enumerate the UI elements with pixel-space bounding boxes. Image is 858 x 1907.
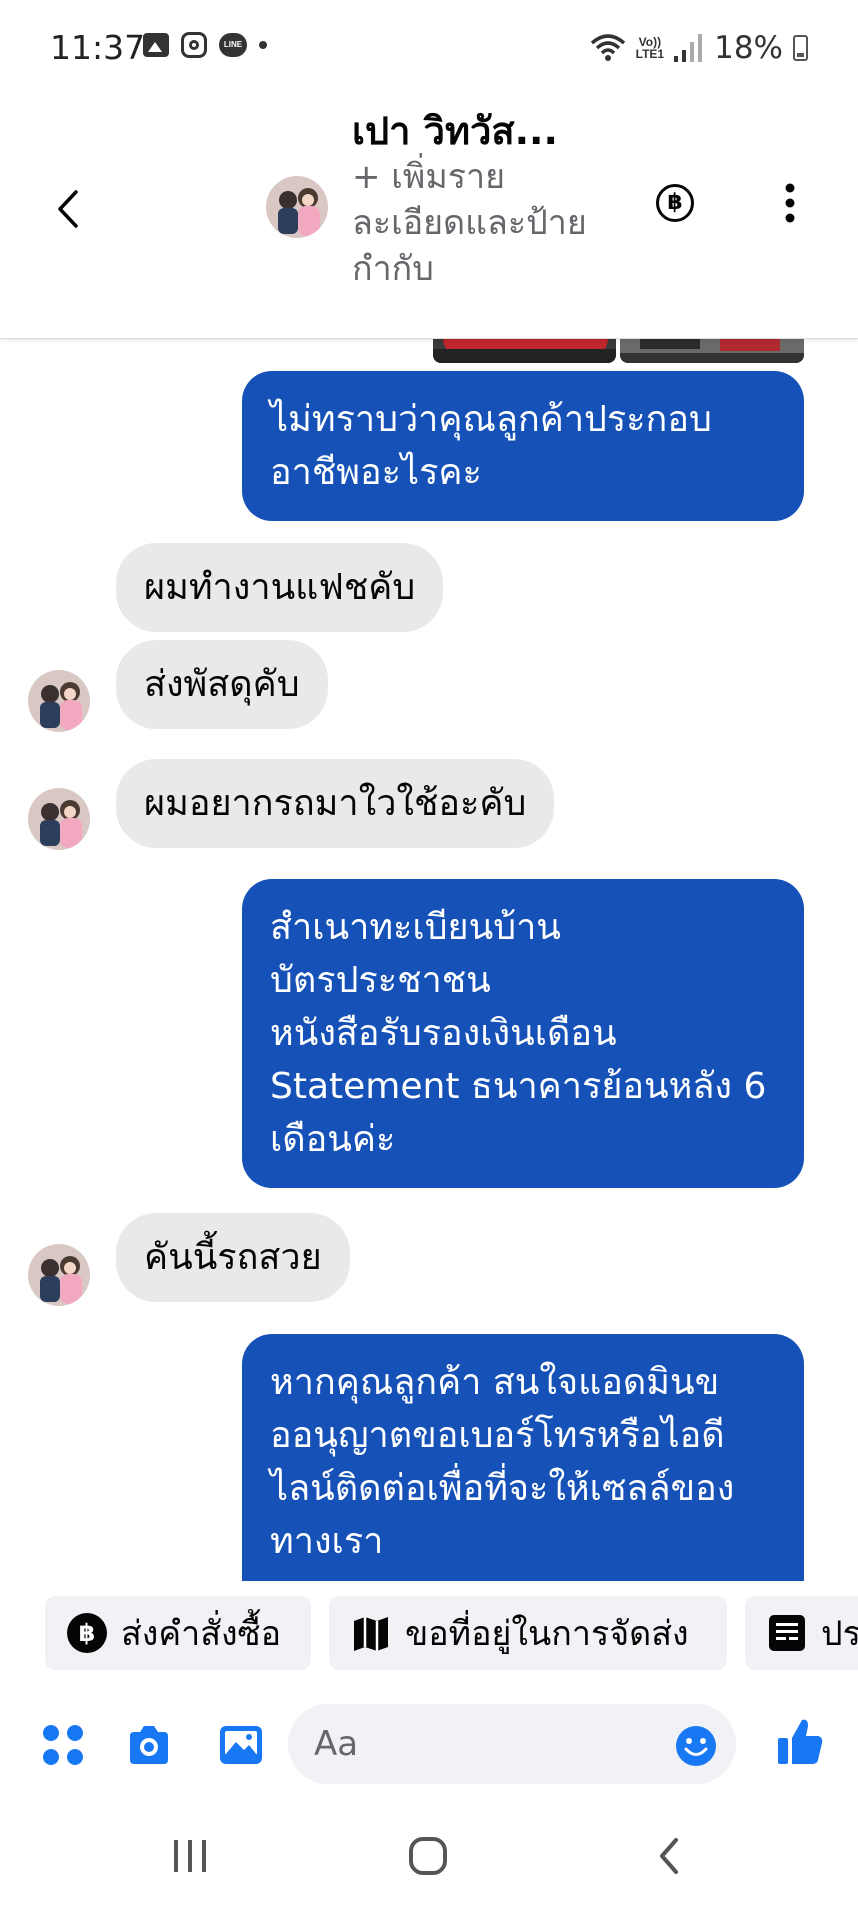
notification-icons: LINE xyxy=(143,32,267,58)
volte-indicator: Vo)) LTE1 xyxy=(636,36,664,60)
dot-icon xyxy=(259,41,267,49)
payment-button[interactable]: ฿ xyxy=(656,184,694,222)
message-line: หากคุณลูกค้า สนใจแอดมินข xyxy=(270,1362,720,1403)
message-line: หนังสือรับรองเงินเดือน xyxy=(270,1013,617,1054)
status-time: 11:37 xyxy=(50,28,146,67)
baht-icon: ฿ xyxy=(67,1613,107,1653)
like-icon[interactable] xyxy=(776,1716,824,1768)
instagram-icon xyxy=(181,32,207,58)
system-navigation-bar xyxy=(0,1804,858,1907)
quick-reply-label: ปร xyxy=(821,1614,858,1654)
contact-name[interactable]: เปา วิทวัส... xyxy=(352,100,558,161)
apps-icon[interactable] xyxy=(40,1722,86,1768)
sender-avatar[interactable] xyxy=(28,788,90,850)
outgoing-message[interactable]: หากคุณลูกค้า สนใจแอดมินข ออนุญาตขอเบอร์โ… xyxy=(242,1334,804,1581)
add-details-link[interactable]: + เพิ่มราย ละเอียดและป้าย กำกับ xyxy=(352,154,622,292)
message-line: สำเนาทะเบียนบ้าน xyxy=(270,907,561,948)
incoming-message[interactable]: คันนี้รถสวย xyxy=(116,1213,350,1302)
map-icon xyxy=(354,1617,388,1651)
signal-icon xyxy=(674,34,703,62)
back-button[interactable] xyxy=(48,184,88,234)
wifi-icon xyxy=(590,34,625,61)
emoji-icon[interactable] xyxy=(674,1724,718,1768)
message-input[interactable] xyxy=(288,1704,736,1784)
sender-avatar[interactable] xyxy=(28,1244,90,1306)
message-line: ผมอยากรถมาใวใช้อะคับ xyxy=(144,783,527,824)
battery-icon xyxy=(793,35,808,61)
chat-header: เปา วิทวัส... + เพิ่มราย ละเอียดและป้าย … xyxy=(0,96,858,339)
message-line: เดือนค่ะ xyxy=(270,1119,396,1160)
message-thread[interactable]: ไม่ทราบว่าคุณลูกค้าประกอบ อาชีพอะไรคะ ผม… xyxy=(0,339,858,1581)
message-composer xyxy=(0,1686,858,1804)
back-nav-button[interactable] xyxy=(640,1832,700,1880)
more-options-icon[interactable] xyxy=(782,182,798,224)
shared-photo[interactable] xyxy=(433,339,616,363)
contact-avatar[interactable] xyxy=(266,176,328,238)
incoming-message[interactable]: ผมอยากรถมาใวใช้อะคับ xyxy=(116,759,555,848)
quick-reply-label: ขอที่อยู่ในการจัดส่ง xyxy=(405,1614,689,1654)
status-bar: 11:37 LINE Vo)) LTE1 18% xyxy=(0,0,858,96)
message-line: ไม่ทราบว่าคุณลูกค้าประกอบ xyxy=(270,399,712,440)
message-line: ผมทำงานแฟชคับ xyxy=(144,567,416,608)
outgoing-message[interactable]: ไม่ทราบว่าคุณลูกค้าประกอบ อาชีพอะไรคะ xyxy=(242,371,804,521)
incoming-message[interactable]: ส่งพัสดุคับ xyxy=(116,640,328,729)
sender-avatar[interactable] xyxy=(28,670,90,732)
line-icon: LINE xyxy=(219,33,247,57)
gallery-icon xyxy=(143,33,169,57)
receipt-icon xyxy=(769,1615,805,1651)
camera-icon[interactable] xyxy=(126,1722,172,1768)
quick-reply-send-order[interactable]: ฿ ส่งคำสั่งซื้อ xyxy=(45,1596,311,1670)
outgoing-message[interactable]: สำเนาทะเบียนบ้าน บัตรประชาชน หนังสือรับร… xyxy=(242,879,804,1188)
message-line: ส่งพัสดุคับ xyxy=(144,664,300,705)
quick-reply-more[interactable]: ปร xyxy=(745,1596,858,1670)
quick-replies-bar: ฿ ส่งคำสั่งซื้อ ขอที่อยู่ในการจัดส่ง ปร xyxy=(0,1581,858,1686)
system-icons: Vo)) LTE1 18% xyxy=(590,30,808,66)
home-button[interactable] xyxy=(398,1832,458,1880)
message-line: บัตรประชาชน xyxy=(270,960,491,1001)
message-line: คันนี้รถสวย xyxy=(144,1237,322,1278)
incoming-message[interactable]: ผมทำงานแฟชคับ xyxy=(116,543,444,632)
message-line: ไลน์ติดต่อเพื่อที่จะให้เซลล์ของ xyxy=(270,1468,735,1509)
message-line: ทางเรา xyxy=(270,1521,384,1562)
quick-reply-label: ส่งคำสั่งซื้อ xyxy=(121,1614,282,1654)
recent-apps-button[interactable] xyxy=(160,1832,220,1880)
message-line: Statement ธนาคารย้อนหลัง 6 xyxy=(270,1066,767,1107)
lte-label: LTE1 xyxy=(635,47,665,61)
message-line: ออนุญาตขอเบอร์โทรหรือไอดี xyxy=(270,1415,725,1456)
battery-percent: 18% xyxy=(714,30,783,66)
message-line: อาชีพอะไรคะ xyxy=(270,452,482,493)
shared-photo[interactable] xyxy=(620,339,804,363)
quick-reply-request-address[interactable]: ขอที่อยู่ในการจัดส่ง xyxy=(329,1596,727,1670)
gallery-icon[interactable] xyxy=(218,1722,264,1768)
